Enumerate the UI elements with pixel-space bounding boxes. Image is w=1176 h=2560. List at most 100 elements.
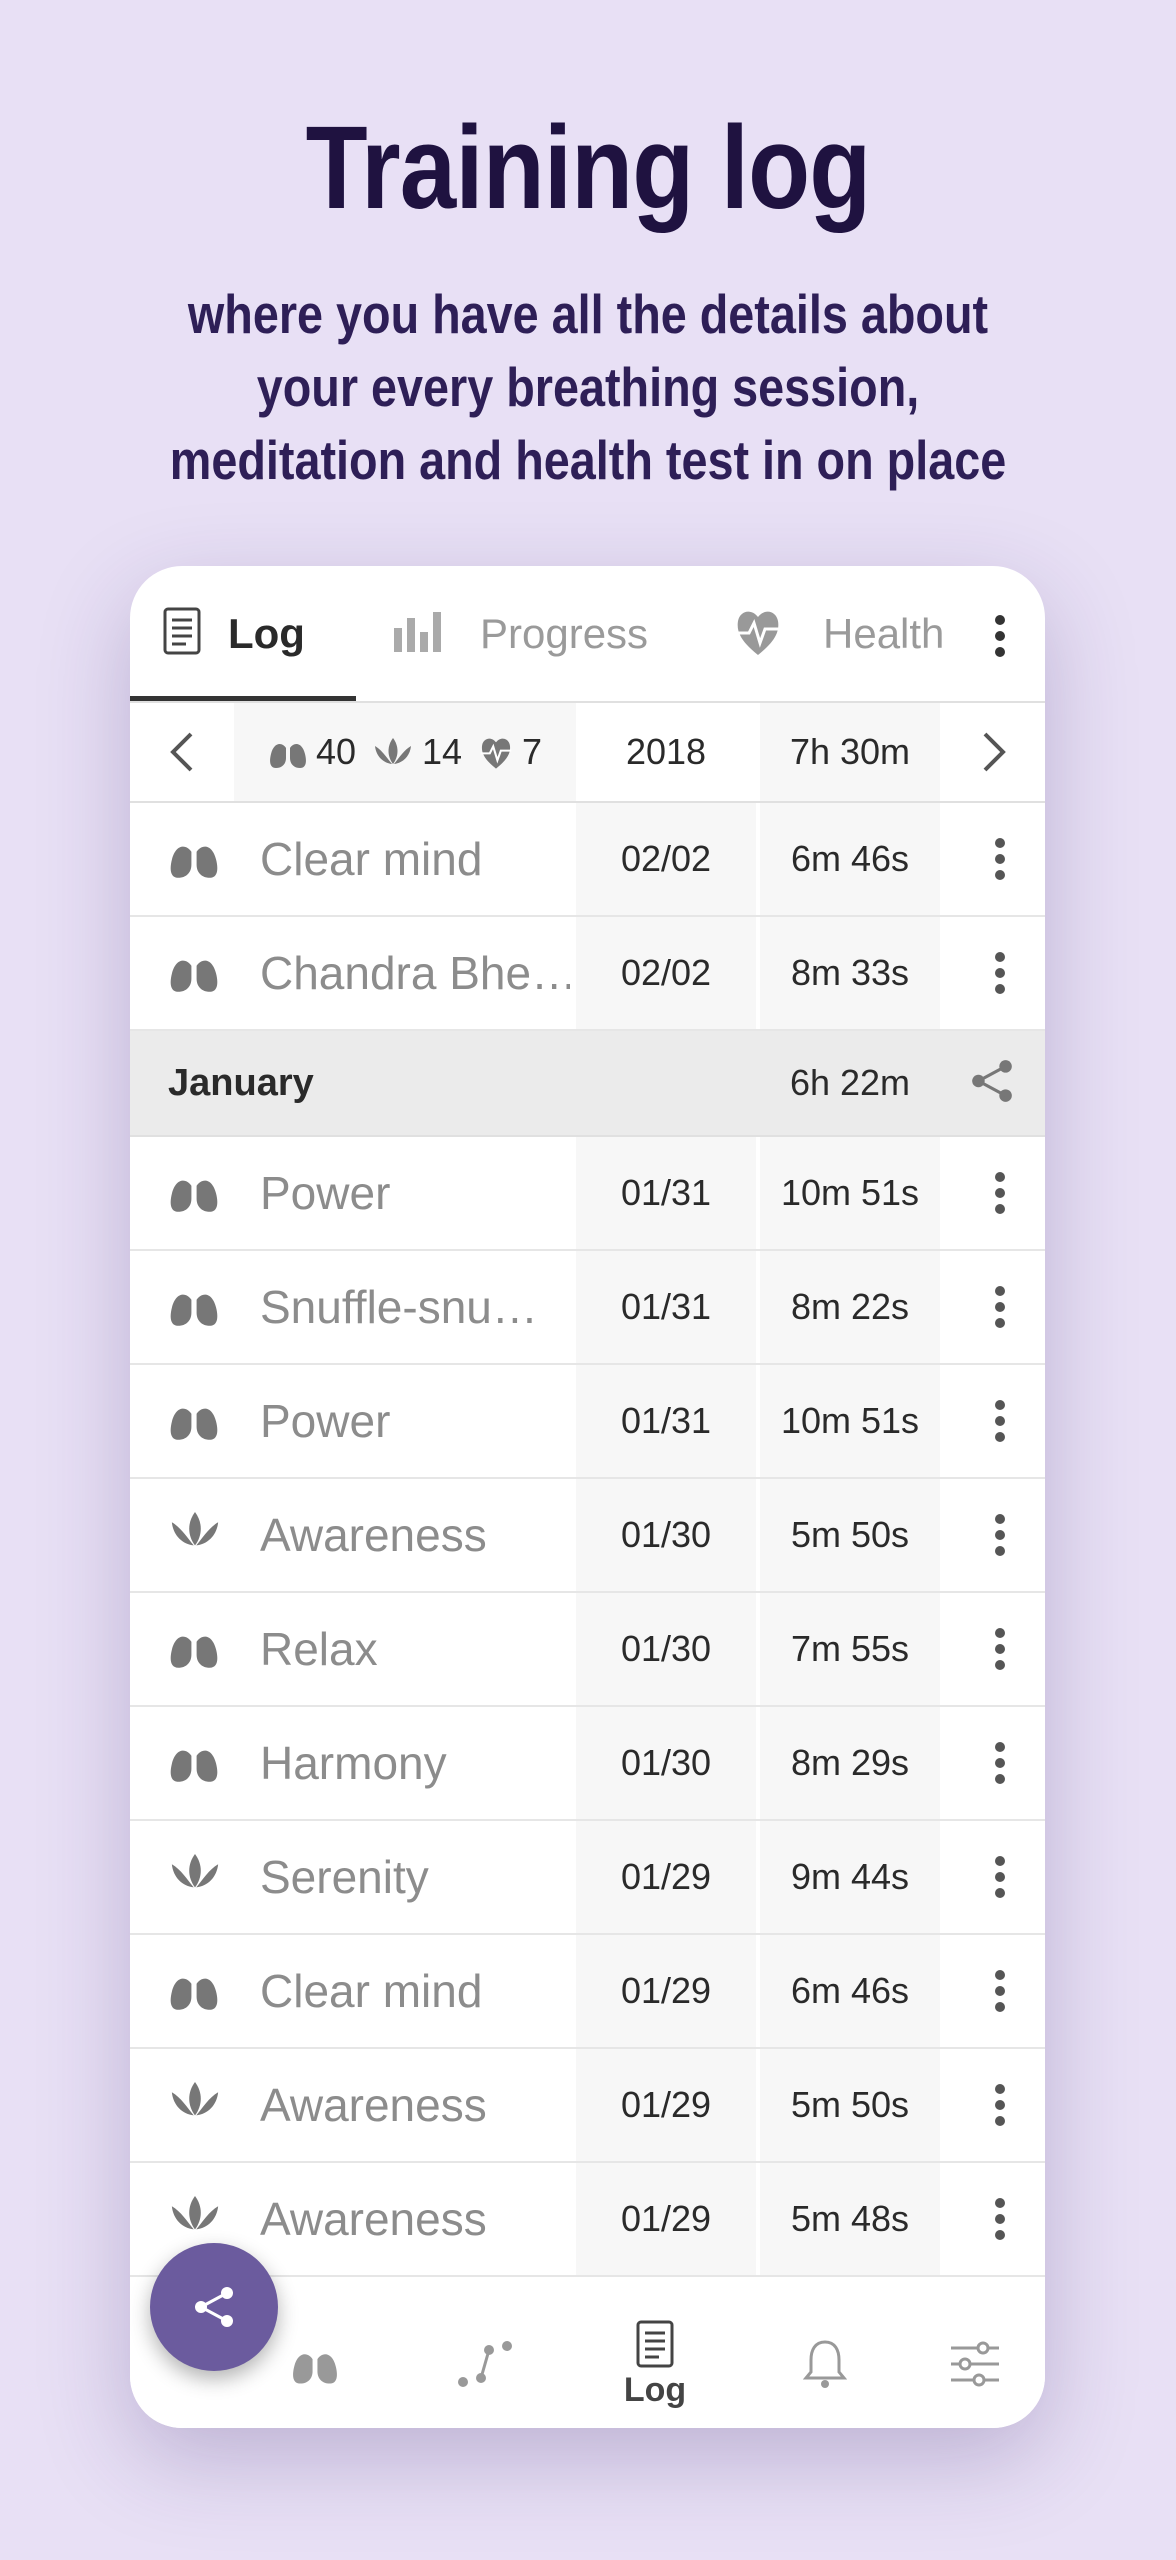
nav-log-label: Log: [623, 2370, 687, 2409]
hero-subtitle-line: where you have all the details about: [187, 283, 989, 345]
tab-progress[interactable]: Progress: [392, 566, 648, 701]
log-icon: [636, 2320, 674, 2367]
more-vert-icon[interactable]: [970, 2189, 1030, 2249]
sliders-icon: [951, 2341, 999, 2387]
session-name: Clear mind: [260, 1965, 483, 2017]
more-vert-icon[interactable]: [970, 606, 1030, 666]
session-date: 01/29: [576, 2049, 756, 2161]
summary-row: 40 14 7 2018 7h 30m: [130, 703, 1045, 803]
session-counts: 40 14 7: [234, 703, 576, 801]
active-tab-indicator: [130, 696, 356, 701]
session-row[interactable]: Awareness 01/29 5m 48s: [130, 2163, 1045, 2277]
session-row[interactable]: Clear mind 02/02 6m 46s: [130, 803, 1045, 917]
share-icon: [195, 2287, 233, 2327]
session-date: 01/30: [576, 1479, 756, 1591]
heart-pulse-icon: [733, 605, 783, 662]
session-row[interactable]: Serenity 01/29 9m 44s: [130, 1821, 1045, 1935]
breathing-count: 40: [268, 731, 356, 773]
session-duration: 7m 55s: [760, 1593, 940, 1705]
more-vert-icon[interactable]: [970, 1505, 1030, 1565]
bell-icon: [803, 2340, 847, 2388]
more-vert-icon[interactable]: [970, 1391, 1030, 1451]
session-duration: 8m 33s: [760, 917, 940, 1029]
session-name: Awareness: [260, 2079, 487, 2131]
previous-year-button[interactable]: [130, 703, 234, 801]
health-count: 7: [478, 731, 542, 773]
heart-pulse-icon: [480, 738, 512, 769]
session-row[interactable]: Snuffle-snu… 01/31 8m 22s: [130, 1251, 1045, 1365]
session-duration: 8m 29s: [760, 1707, 940, 1819]
lungs-icon: [168, 1737, 220, 1789]
more-vert-icon[interactable]: [970, 943, 1030, 1003]
session-duration: 9m 44s: [760, 1821, 940, 1933]
lungs-icon: [270, 736, 306, 768]
session-name: Power: [260, 1167, 391, 1219]
lotus-icon: [168, 2079, 220, 2131]
nav-reminders[interactable]: [770, 2300, 880, 2428]
meditation-count: 14: [372, 731, 462, 773]
session-row[interactable]: Chandra Bhe… 02/02 8m 33s: [130, 917, 1045, 1031]
session-name: Relax: [260, 1623, 378, 1675]
summary-year: 2018: [625, 731, 707, 772]
session-date: 01/30: [576, 1707, 756, 1819]
nav-settings[interactable]: [920, 2300, 1030, 2428]
nav-log[interactable]: Log: [590, 2300, 720, 2428]
hero-subtitle: where you have all the details about you…: [88, 278, 1088, 497]
session-date: 01/31: [576, 1251, 756, 1363]
session-name: Clear mind: [260, 833, 483, 885]
more-vert-icon[interactable]: [970, 829, 1030, 889]
session-name: Power: [260, 1395, 391, 1447]
session-name: Chandra Bhe…: [260, 947, 570, 999]
lungs-icon: [168, 1965, 220, 2017]
session-duration: 5m 50s: [760, 2049, 940, 2161]
session-row[interactable]: Harmony 01/30 8m 29s: [130, 1707, 1045, 1821]
session-row[interactable]: Power 01/31 10m 51s: [130, 1137, 1045, 1251]
session-duration: 8m 22s: [760, 1251, 940, 1363]
session-duration: 5m 48s: [760, 2163, 940, 2275]
lotus-icon: [168, 1851, 220, 1903]
session-duration: 6m 46s: [760, 1935, 940, 2047]
lotus-icon: [168, 2193, 220, 2245]
tab-health-label: Health: [823, 609, 945, 657]
session-row[interactable]: Relax 01/30 7m 55s: [130, 1593, 1045, 1707]
session-list: Clear mind 02/02 6m 46s Chandra Bhe… 02/…: [130, 803, 1045, 2277]
next-year-button[interactable]: [942, 703, 1045, 801]
lungs-icon: [293, 2344, 337, 2384]
tab-health[interactable]: Health: [733, 566, 944, 701]
more-vert-icon[interactable]: [970, 1163, 1030, 1223]
session-row[interactable]: Awareness 01/29 5m 50s: [130, 2049, 1045, 2163]
session-name: Awareness: [260, 2193, 487, 2245]
more-vert-icon[interactable]: [970, 2075, 1030, 2135]
tab-log[interactable]: Log: [162, 566, 305, 701]
lungs-icon: [168, 833, 220, 885]
session-duration: 10m 51s: [760, 1365, 940, 1477]
more-vert-icon[interactable]: [970, 1277, 1030, 1337]
lungs-icon: [168, 1167, 220, 1219]
session-date: 02/02: [576, 917, 756, 1029]
more-vert-icon[interactable]: [970, 1961, 1030, 2021]
route-icon: [458, 2341, 512, 2387]
session-name: Awareness: [260, 1509, 487, 1561]
more-vert-icon[interactable]: [970, 1619, 1030, 1679]
month-name: January: [168, 1062, 314, 1104]
nav-routines[interactable]: [430, 2300, 540, 2428]
session-date: 01/29: [576, 1821, 756, 1933]
more-vert-icon[interactable]: [970, 1733, 1030, 1793]
summary-total: 7h 30m: [760, 703, 940, 801]
month-total: 6h 22m: [789, 1062, 911, 1103]
session-row[interactable]: Power 01/31 10m 51s: [130, 1365, 1045, 1479]
hero-title: Training log: [305, 102, 872, 234]
session-date: 01/31: [576, 1365, 756, 1477]
share-fab[interactable]: [150, 2243, 278, 2371]
more-vert-icon[interactable]: [970, 1847, 1030, 1907]
bar-chart-icon: [392, 610, 444, 657]
session-row[interactable]: Awareness 01/30 5m 50s: [130, 1479, 1045, 1593]
lungs-icon: [168, 1395, 220, 1447]
lungs-icon: [168, 947, 220, 999]
lotus-icon: [374, 738, 411, 764]
session-row[interactable]: Clear mind 01/29 6m 46s: [130, 1935, 1045, 2049]
session-date: 01/29: [576, 2163, 756, 2275]
lotus-icon: [168, 1509, 220, 1561]
share-icon[interactable]: [968, 1057, 1020, 1109]
lungs-icon: [168, 1623, 220, 1675]
